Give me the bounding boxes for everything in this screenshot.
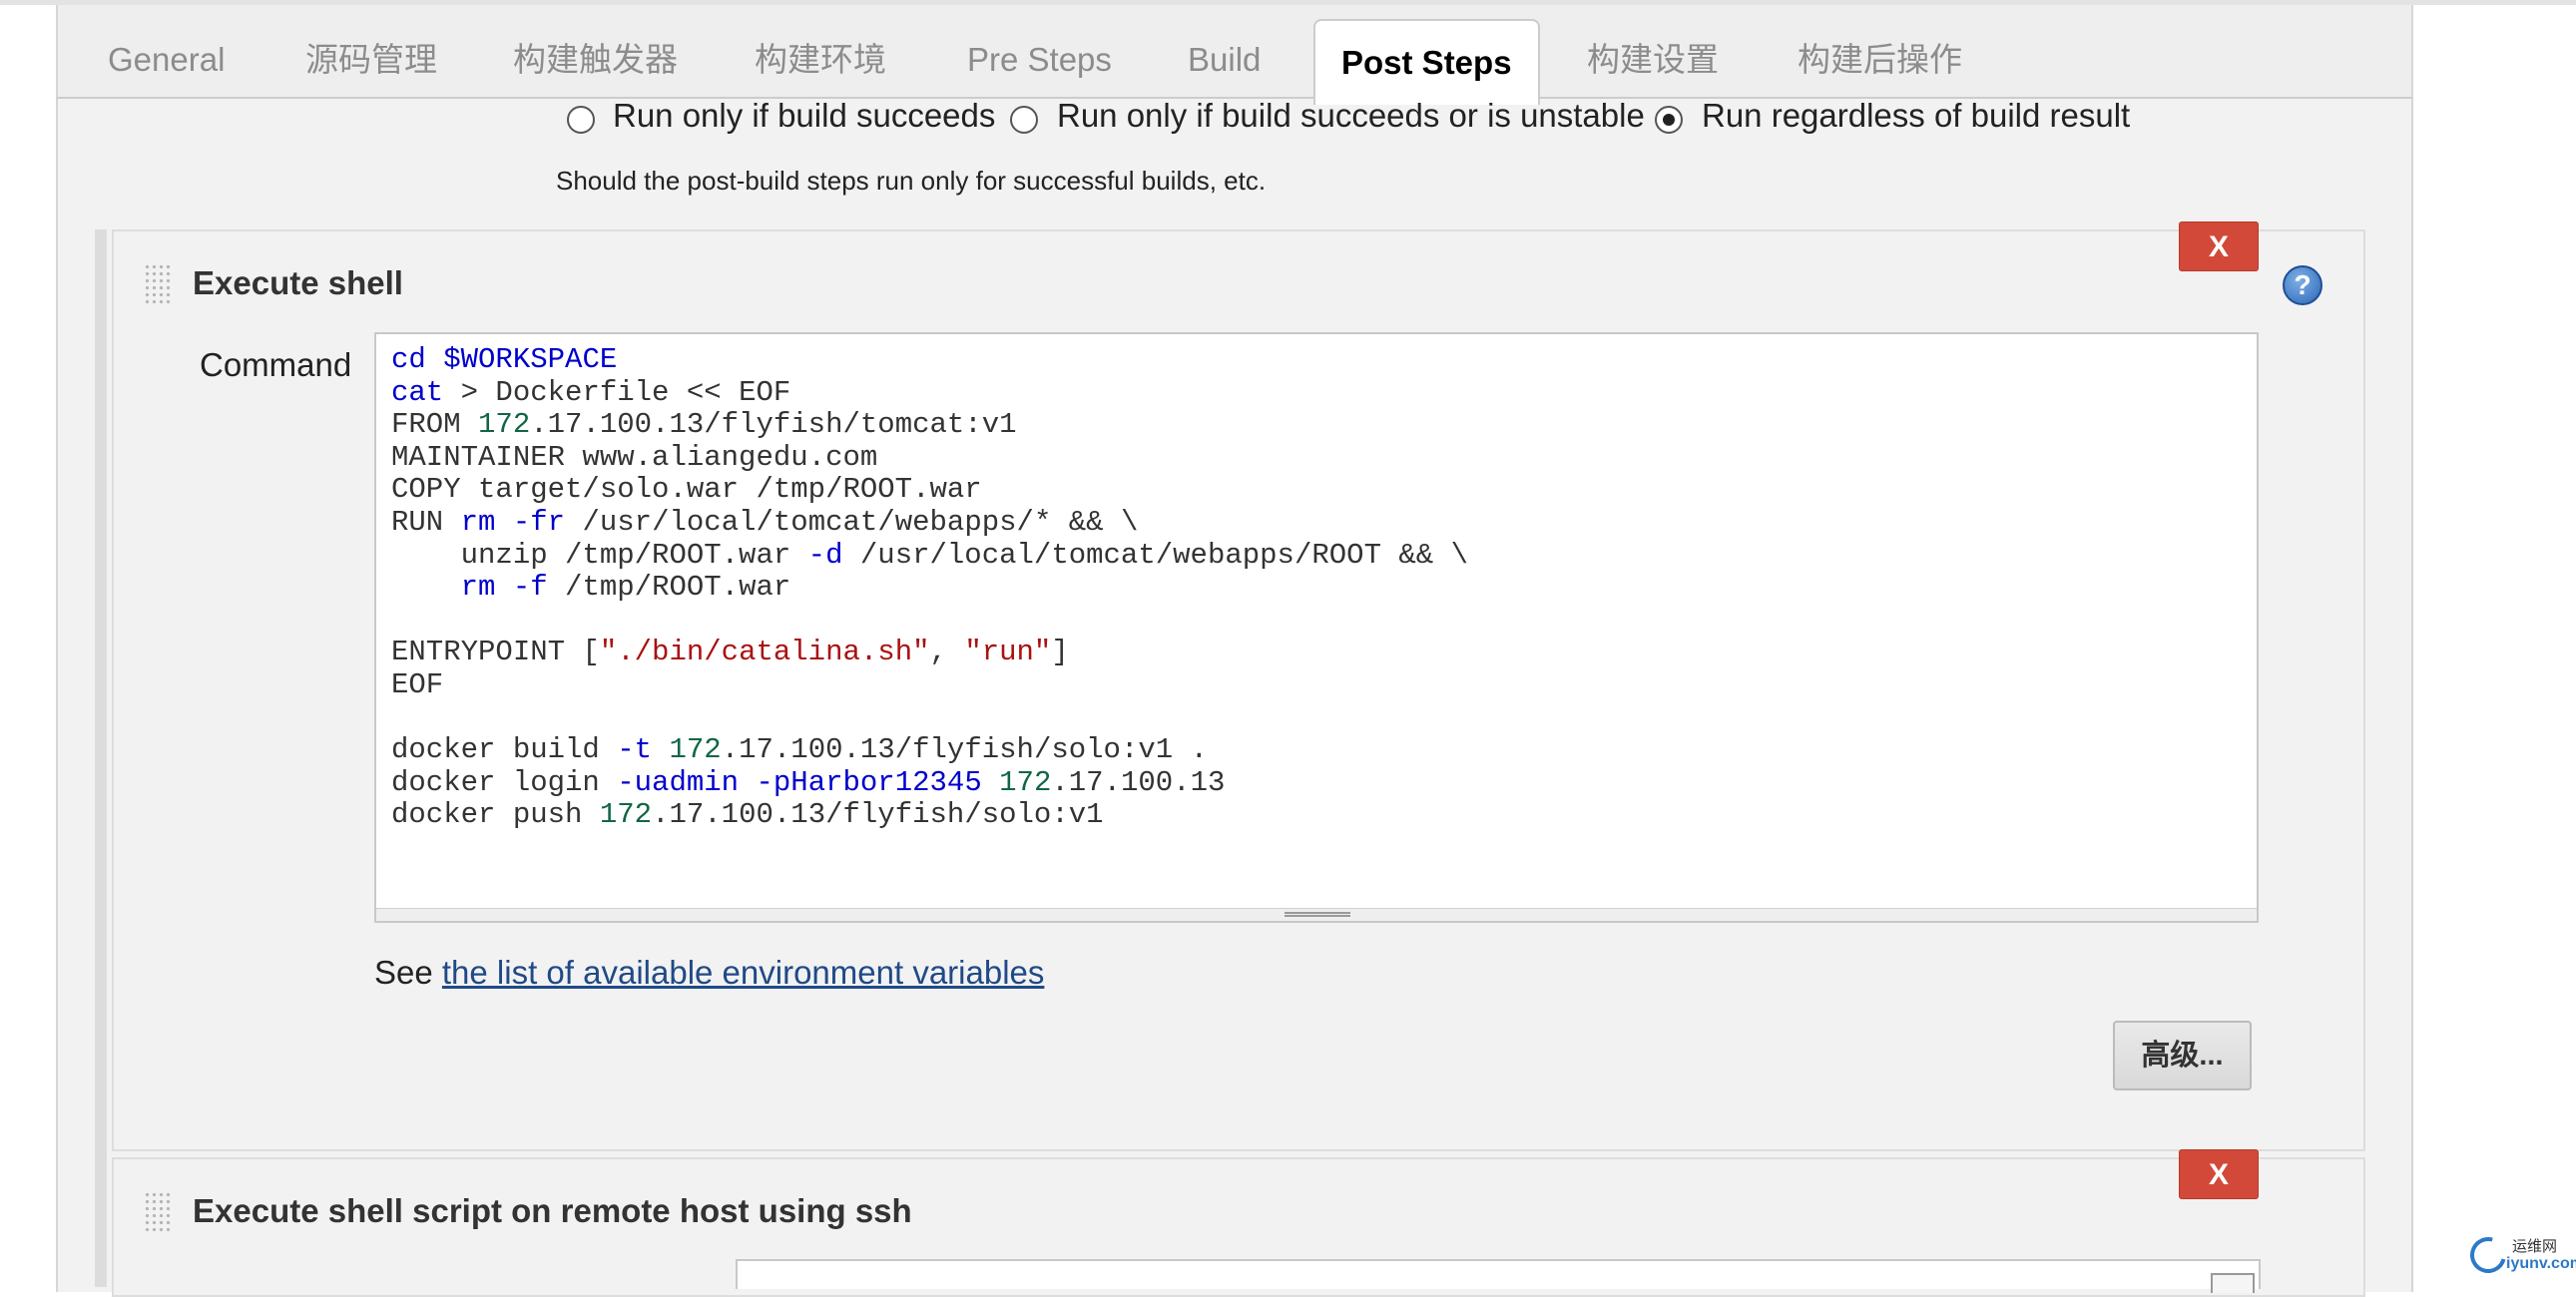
radio-run-if-success[interactable]: [567, 106, 595, 134]
ssh-site-select[interactable]: [736, 1259, 2261, 1293]
help-icon[interactable]: ?: [2283, 265, 2322, 305]
see-prefix: See: [374, 954, 433, 991]
config-tab-bar: General 源码管理 构建触发器 构建环境 Pre Steps Build …: [56, 5, 2413, 105]
run-condition-hint: Should the post-build steps run only for…: [556, 166, 1267, 196]
watermark-en: iyunv.com: [2506, 1255, 2576, 1272]
tab-pre-steps[interactable]: Pre Steps: [967, 25, 1112, 95]
tab-post-steps[interactable]: Post Steps: [1313, 19, 1540, 105]
resize-grip-icon[interactable]: [1285, 912, 1350, 917]
advanced-button[interactable]: 高级...: [2113, 1021, 2252, 1090]
watermark: 运维网 iyunv.com: [2463, 1230, 2576, 1280]
radio-run-if-success-or-unstable-label[interactable]: Run only if build succeeds or is unstabl…: [1057, 96, 1645, 136]
tab-build-environment[interactable]: 构建环境: [755, 25, 886, 95]
tab-build-triggers[interactable]: 构建触发器: [513, 25, 678, 95]
command-editor[interactable]: cd $WORKSPACE cat > Dockerfile << EOF FR…: [374, 332, 2259, 923]
command-label: Command: [200, 346, 352, 383]
dropdown-icon[interactable]: [2211, 1273, 2255, 1293]
radio-run-regardless[interactable]: [1655, 106, 1683, 134]
tab-build[interactable]: Build: [1188, 25, 1261, 95]
drag-handle-icon[interactable]: [144, 263, 172, 303]
radio-run-regardless-label[interactable]: Run regardless of build result: [1702, 96, 2130, 136]
tab-build-settings[interactable]: 构建设置: [1587, 25, 1719, 95]
drag-handle-icon[interactable]: [144, 1191, 172, 1231]
delete-execute-shell-button[interactable]: X: [2179, 221, 2259, 271]
radio-run-if-success-or-unstable[interactable]: [1010, 106, 1038, 134]
env-vars-line: See the list of available environment va…: [374, 954, 1044, 992]
execute-shell-title: Execute shell: [193, 264, 403, 301]
radio-run-if-success-label[interactable]: Run only if build succeeds: [613, 96, 995, 136]
command-code[interactable]: cd $WORKSPACE cat > Dockerfile << EOF FR…: [391, 343, 1468, 832]
watermark-cn: 运维网: [2512, 1238, 2558, 1255]
tab-general[interactable]: General: [108, 25, 225, 95]
tab-source-code-management[interactable]: 源码管理: [305, 25, 437, 95]
remote-ssh-title: Execute shell script on remote host usin…: [193, 1192, 912, 1229]
editor-resize-bar[interactable]: [376, 908, 2257, 921]
steps-left-rail: [95, 229, 107, 1287]
delete-remote-ssh-button[interactable]: X: [2179, 1149, 2259, 1199]
tab-post-build-actions[interactable]: 构建后操作: [1798, 25, 1962, 95]
env-vars-link[interactable]: the list of available environment variab…: [442, 954, 1045, 991]
